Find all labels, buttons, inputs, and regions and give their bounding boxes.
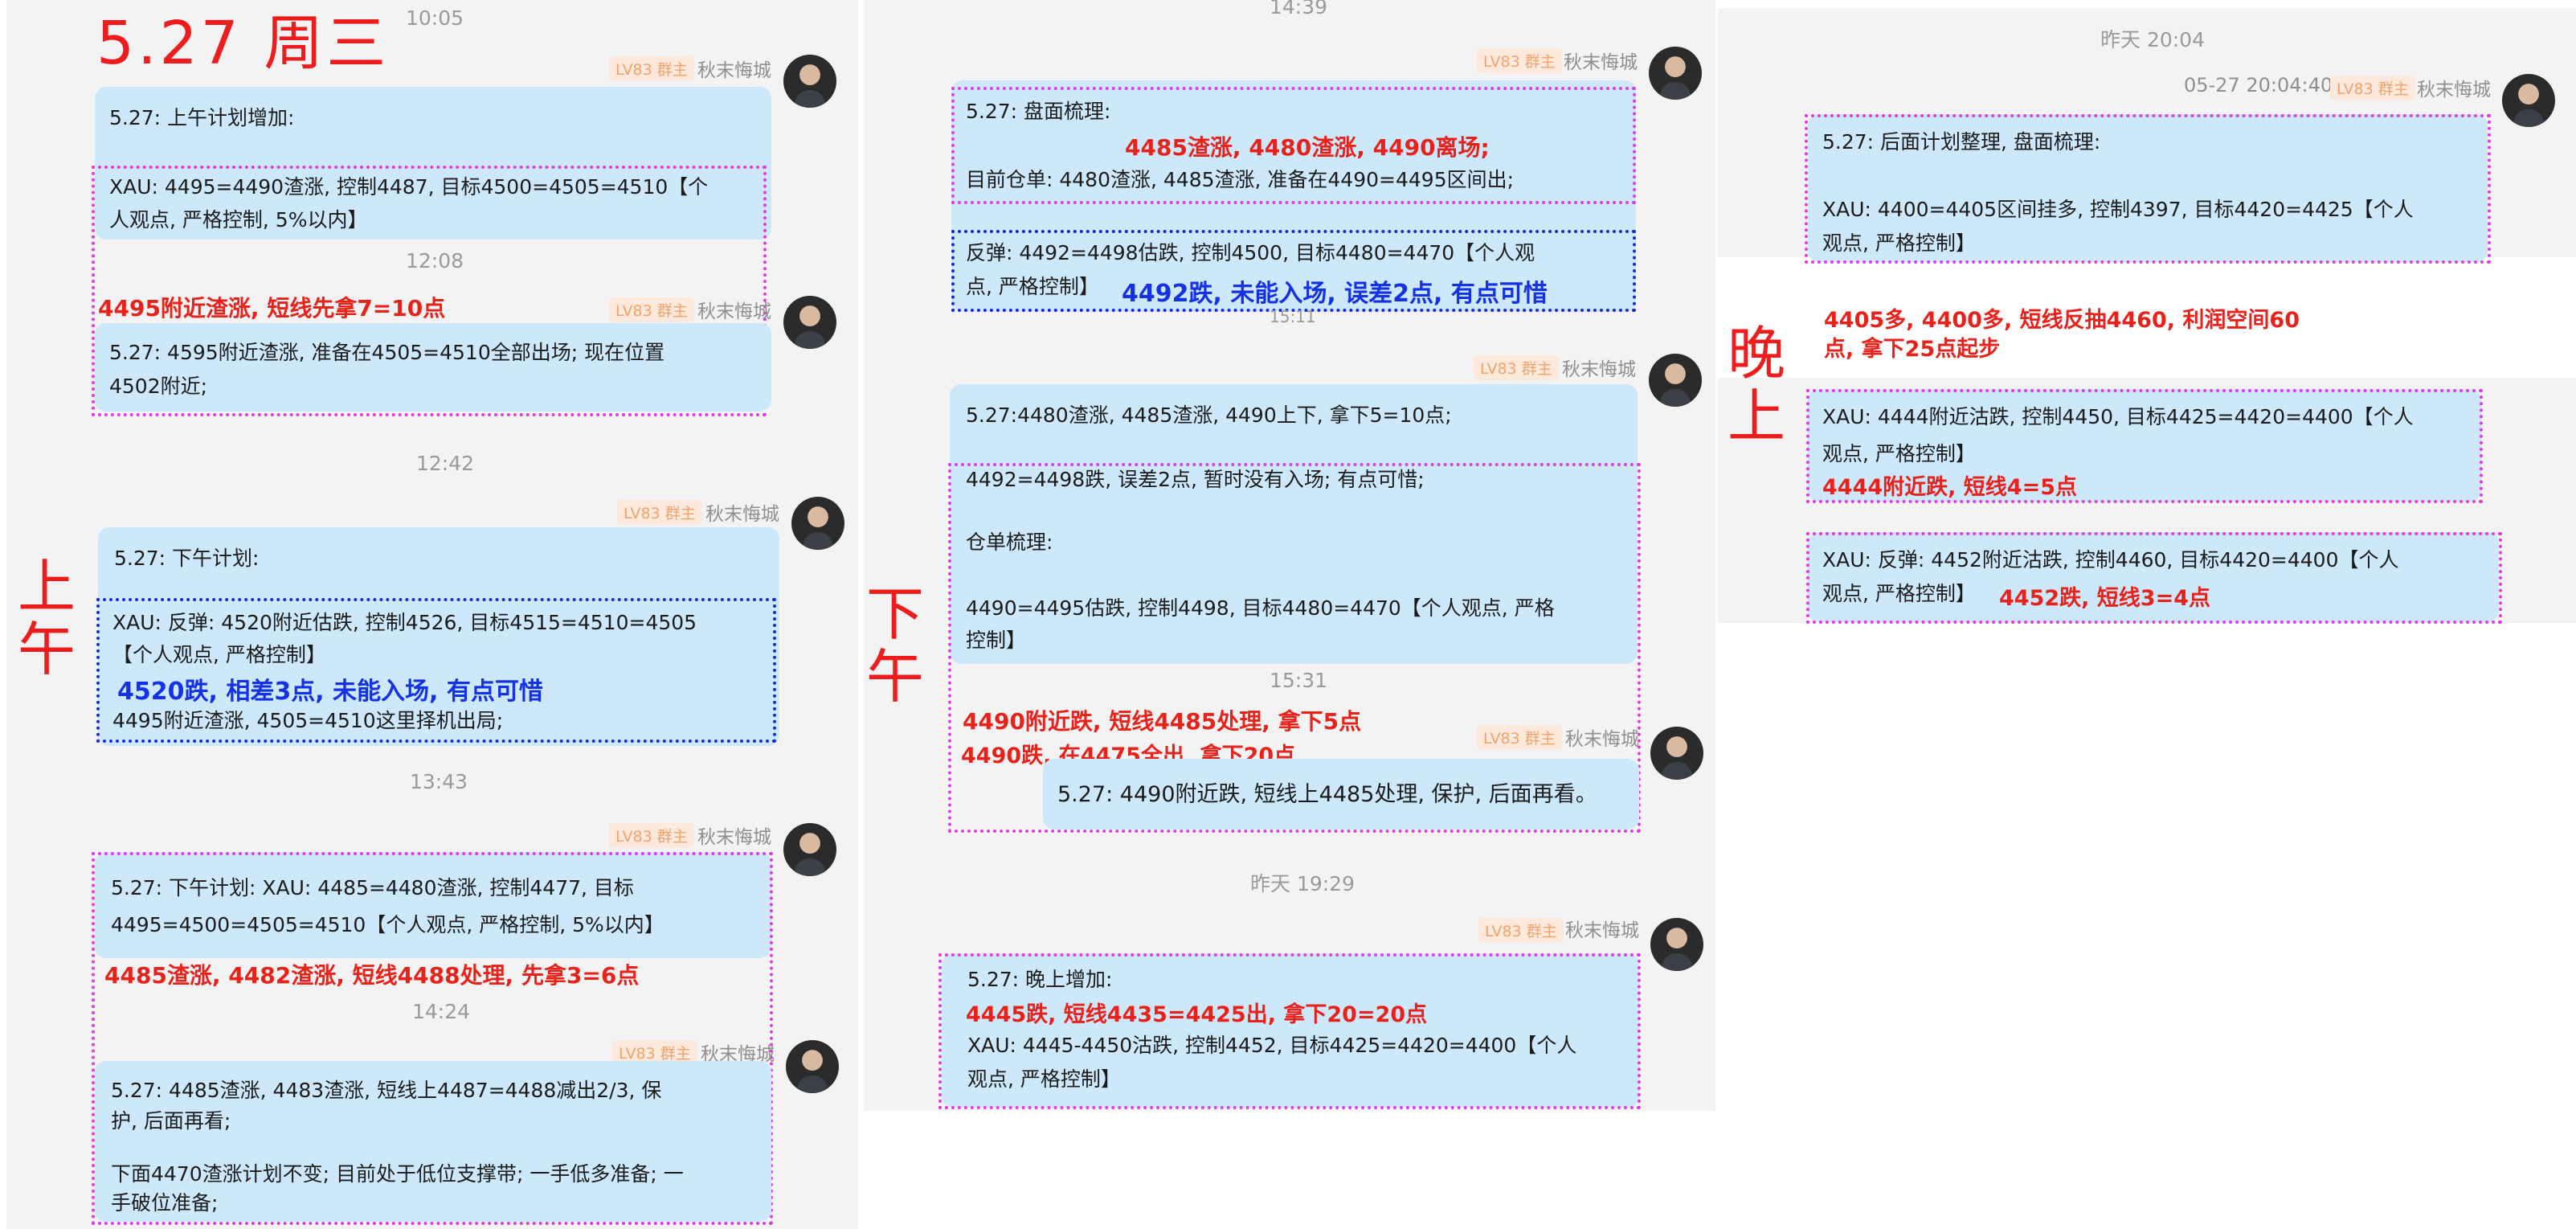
section-label-morning: 午 (18, 616, 76, 683)
annotation-note: 点, 拿下25点起步 (1824, 337, 2001, 362)
message-text: 5.27: 盘面梳理: (966, 100, 1111, 123)
message-text: 5.27: 晚上增加: (967, 968, 1113, 991)
message-text: 5.27: 4595附近渣涨, 准备在4505=4510全部出场; 现在位置 (109, 341, 665, 364)
sender-badge: LV83 群主 (1477, 725, 1562, 750)
sender-name: 秋末悔城 (1564, 52, 1638, 73)
timestamp: 10:05 (406, 6, 464, 30)
sender-avatar[interactable] (783, 55, 836, 108)
section-label-morning: 上 (18, 553, 76, 621)
message-text: 5.27: 4490附近跌, 短线上4485处理, 保护, 后面再看。 (1057, 782, 1597, 807)
section-label-evening: 晚 (1728, 320, 1786, 387)
message-text: 目前仓单: 4480渣涨, 4485渣涨, 准备在4490=4495区间出; (966, 168, 1515, 191)
sender-name: 秋末悔城 (1565, 920, 1639, 941)
message-text: 仓单梳理: (966, 531, 1053, 554)
message-text: XAU: 4444附近沽跌, 控制4450, 目标4425=4420=4400【… (1822, 405, 2414, 428)
section-label-afternoon: 午 (866, 643, 925, 711)
message-text: 反弹: 4492=4498估跌, 控制4500, 目标4480=4470【个人观 (966, 241, 1535, 264)
message-text: 点, 严格控制】 (966, 275, 1099, 298)
sender-avatar[interactable] (783, 823, 836, 876)
message-text: XAU: 4445-4450沽跌, 控制4452, 目标4425=4420=44… (967, 1034, 1577, 1057)
sender-name: 秋末悔城 (2417, 80, 2491, 100)
sender-name: 秋末悔城 (697, 60, 771, 81)
annotation-note: 4452跌, 短线3=4点 (1999, 586, 2210, 611)
message-text: 护, 后面再看; (111, 1109, 231, 1133)
timestamp: 昨天 19:29 (1250, 872, 1355, 895)
message-text: XAU: 4400=4405区间挂多, 控制4397, 目标4420=4425【… (1822, 198, 2414, 221)
sender-badge: LV83 群主 (609, 297, 694, 322)
annotation-note: 4445跌, 短线4435=4425出, 拿下20=20点 (966, 1002, 1428, 1027)
message-text: 4495=4500=4505=4510【个人观点, 严格控制, 5%以内】 (111, 913, 664, 936)
sender-badge: LV83 群主 (609, 56, 694, 81)
sender-avatar[interactable] (791, 497, 844, 550)
sender-badge: LV83 群主 (1474, 355, 1559, 380)
section-label-afternoon: 下 (866, 580, 925, 648)
date-title: 5.27 周三 (96, 9, 390, 78)
sender-avatar[interactable] (2502, 74, 2555, 127)
timestamp: 12:08 (406, 249, 464, 272)
annotation-note: 4492跌, 未能入场, 误差2点, 有点可惜 (1122, 280, 1548, 308)
annotation-note: 4485渣涨, 4480渣涨, 4490离场; (1125, 134, 1490, 161)
sender-name: 秋末悔城 (1562, 359, 1636, 380)
message-text: 4492=4498跌, 误差2点, 暂时没有入场; 有点可惜; (966, 468, 1425, 491)
sender-name: 秋末悔城 (1565, 729, 1639, 750)
message-text: 4502附近; (109, 375, 208, 398)
timestamp: 昨天 20:04 (2100, 28, 2205, 51)
sender-badge: LV83 群主 (609, 823, 694, 848)
sender-avatar[interactable] (783, 296, 836, 349)
sender-avatar[interactable] (786, 1040, 839, 1093)
sender-name: 秋末悔城 (697, 301, 771, 322)
sender-badge: LV83 群主 (2330, 76, 2415, 100)
message-text: XAU: 反弹: 4452附近沽跌, 控制4460, 目标4420=4400【个… (1822, 548, 2399, 571)
message-text: 控制】 (966, 629, 1027, 652)
message-text: 手破位准备; (111, 1191, 219, 1215)
message-text: 5.27: 4485渣涨, 4483渣涨, 短线上4487=4488减出2/3,… (111, 1079, 662, 1102)
timestamp: 14:24 (412, 1000, 471, 1023)
sender-avatar[interactable] (1649, 47, 1702, 100)
timestamp: 05-27 20:04:40 (2184, 74, 2333, 96)
annotation-note: 4490附近跌, 短线4485处理, 拿下5点 (963, 708, 1362, 735)
annotation-note: 4495附近渣涨, 短线先拿7=10点 (98, 295, 446, 322)
message-text: 5.27:4480渣涨, 4485渣涨, 4490上下, 拿下5=10点; (966, 404, 1452, 427)
message-text: 5.27: 后面计划整理, 盘面梳理: (1822, 130, 2101, 154)
sender-name: 秋末悔城 (697, 827, 771, 848)
sender-badge: LV83 群主 (1478, 918, 1564, 943)
annotation-note: 4485渣涨, 4482渣涨, 短线4488处理, 先拿3=6点 (104, 962, 640, 989)
timestamp: 15:31 (1270, 669, 1328, 692)
annotation-note: 4444附近跌, 短线4=5点 (1822, 475, 2077, 500)
timestamp: 14:39 (1270, 0, 1328, 18)
sender-badge: LV83 群主 (1477, 48, 1562, 73)
message-text: 观点, 严格控制】 (967, 1067, 1121, 1091)
message-text: 观点, 严格控制】 (1822, 231, 1976, 255)
message-text: 4490=4495估跌, 控制4498, 目标4480=4470【个人观点, 严… (966, 596, 1555, 620)
message-text: 5.27: 下午计划: (114, 547, 260, 570)
message-text: 5.27: 上午计划增加: (109, 106, 295, 129)
sender-avatar[interactable] (1650, 918, 1703, 971)
message-text: 观点, 严格控制】 (1822, 582, 1976, 605)
sender-badge: LV83 群主 (617, 500, 702, 525)
message-text: 5.27: 下午计划: XAU: 4485=4480渣涨, 控制4477, 目标 (111, 876, 634, 899)
annotation-note: 4405多, 4400多, 短线反抽4460, 利润空间60 (1824, 308, 2300, 333)
timestamp: 15:11 (1270, 307, 1316, 326)
message-text: 【个人观点, 严格控制】 (112, 643, 326, 666)
sender-name: 秋末悔城 (705, 504, 779, 525)
message-text: 4495附近渣涨, 4505=4510这里择机出局; (112, 709, 504, 732)
sender-avatar[interactable] (1650, 727, 1703, 780)
message-text: XAU: 4495=4490渣涨, 控制4487, 目标4500=4505=45… (109, 175, 709, 199)
timestamp: 12:42 (416, 452, 475, 475)
message-text: 观点, 严格控制】 (1822, 442, 1976, 465)
section-label-evening: 上 (1728, 383, 1786, 450)
timestamp: 13:43 (410, 770, 468, 793)
message-text: XAU: 反弹: 4520附近估跌, 控制4526, 目标4515=4510=4… (112, 611, 697, 634)
message-text: 人观点, 严格控制, 5%以内】 (109, 208, 368, 231)
sender-avatar[interactable] (1649, 354, 1702, 407)
annotation-note: 4520跌, 相差3点, 未能入场, 有点可惜 (117, 678, 543, 706)
